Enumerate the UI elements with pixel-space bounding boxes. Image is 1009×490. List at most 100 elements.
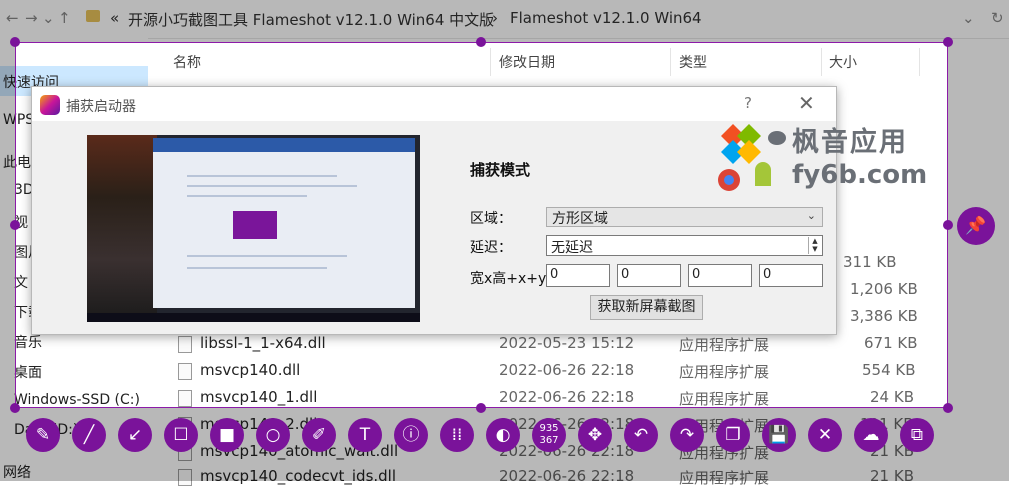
delay-value: 无延迟 [551,240,593,256]
preview-purple-dialog [233,211,277,239]
file-name: msvcp140.dll [200,361,301,379]
upload-tool-button[interactable]: ☁ [854,418,888,452]
width-input[interactable]: 0 [546,264,610,287]
column-header-name[interactable]: 名称 [173,52,201,72]
circle-count-icon: ⓘ [402,425,420,445]
y-value: 0 [763,267,772,282]
file-size: 1,206 KB [850,280,918,298]
circle-tool-button[interactable]: ○ [256,418,290,452]
flameshot-logo-icon [40,95,60,115]
preview-window-titlebar [153,138,415,152]
preview-text-line [187,185,357,187]
resize-handle[interactable] [943,403,953,413]
height-value: 0 [621,267,630,282]
delay-label: 延迟： [470,240,512,256]
selection-size-indicator[interactable]: 935 367 [532,418,566,452]
line-icon: ╱ [83,425,95,445]
close-button[interactable]: ✕ [798,91,815,115]
text-icon: T [359,425,371,445]
open-app-tool-button[interactable]: ⧉ [900,418,934,452]
spin-up-icon[interactable]: ▲ [809,237,821,245]
column-divider[interactable] [490,48,491,76]
watermark-title: 枫音应用 [792,127,908,158]
sidebar-item-drive-c[interactable]: Windows-SSD (C:) [14,392,140,408]
pencil-icon: ✎ [35,425,51,445]
delay-spinbox[interactable]: 无延迟 ▲ ▼ [546,235,823,256]
filled-rectangle-icon: ■ [218,425,236,445]
file-name: msvcp140_1.dll [200,388,318,406]
text-tool-button[interactable]: T [348,418,382,452]
resize-handle[interactable] [10,403,20,413]
area-select[interactable]: 方形区域 ⌄ [546,207,823,227]
rectangle-tool-button[interactable]: ☐ [164,418,198,452]
spin-buttons[interactable]: ▲ ▼ [808,237,821,254]
resize-handle[interactable] [476,37,486,47]
height-input[interactable]: 0 [617,264,681,287]
move-icon: ✥ [587,425,603,445]
column-header-size[interactable]: 大小 [829,52,857,72]
geometry-label: 宽x高+x+y [470,271,547,287]
invert-tool-button[interactable]: ◐ [486,418,520,452]
circle-count-tool-button[interactable]: ⓘ [394,418,428,452]
undo-tool-button[interactable]: ↶ [624,418,658,452]
dll-file-icon [178,363,192,380]
resize-handle[interactable] [943,37,953,47]
selection-height: 367 [539,435,559,446]
copy-icon: ❐ [725,425,741,445]
capture-dim-overlay [0,0,1009,42]
redo-tool-button[interactable]: ↷ [670,418,704,452]
screenshot-preview [87,135,420,322]
x-input[interactable]: 0 [688,264,752,287]
file-type: 应用程序扩展 [679,390,770,408]
table-row[interactable]: msvcp140.dll 2022-06-26 22:18 应用程序扩展 554… [148,358,948,384]
x-value: 0 [692,267,701,282]
width-value: 0 [550,267,559,282]
rectangle-icon: ☐ [173,425,189,445]
pencil-tool-button[interactable]: ✎ [26,418,60,452]
exit-tool-button[interactable]: ✕ [808,418,842,452]
column-header-modified[interactable]: 修改日期 [499,52,555,72]
column-divider[interactable] [670,48,671,76]
resize-handle[interactable] [476,403,486,413]
move-tool-button[interactable]: ✥ [578,418,612,452]
take-new-screenshot-button[interactable]: 获取新屏幕截图 [590,295,703,320]
y-input[interactable]: 0 [759,264,823,287]
file-size: 3,386 KB [850,307,918,325]
sidebar-item-desktop[interactable]: 桌面 [14,362,42,382]
preview-text-line [187,195,307,197]
pixelate-tool-button[interactable]: ⁞⁞ [440,418,474,452]
save-tool-button[interactable]: 💾 [762,418,796,452]
resize-handle[interactable] [10,37,20,47]
redo-icon: ↷ [679,425,695,445]
file-type: 应用程序扩展 [679,363,770,381]
preview-text-line [187,267,327,269]
spin-down-icon[interactable]: ▼ [809,245,821,253]
file-modified: 2022-05-23 15:12 [499,334,635,352]
selection-width: 935 [539,423,559,434]
save-icon: 💾 [768,425,790,445]
column-header-type[interactable]: 类型 [679,52,707,72]
file-modified: 2022-06-26 22:18 [499,388,635,406]
copy-tool-button[interactable]: ❐ [716,418,750,452]
marker-icon: ✐ [311,425,327,445]
pin-icon: 📌 [965,216,987,236]
watermark: 枫音应用 fy6b.com [715,120,927,200]
line-tool-button[interactable]: ╱ [72,418,106,452]
resize-handle[interactable] [943,220,953,230]
arrow-icon: ↙ [127,425,143,445]
filled-rectangle-tool-button[interactable]: ■ [210,418,244,452]
sidebar-item-music[interactable]: 音乐 [14,332,42,352]
sidebar-item-documents[interactable]: 文 [14,272,28,292]
file-size: 311 KB [843,253,897,271]
column-divider[interactable] [919,48,920,76]
file-type: 应用程序扩展 [679,336,770,354]
capture-mode-heading: 捕获模式 [470,161,531,179]
column-divider[interactable] [821,48,822,76]
invert-icon: ◐ [495,425,511,445]
pin-button[interactable]: 📌 [957,207,995,245]
help-button[interactable]: ? [744,94,752,112]
marker-tool-button[interactable]: ✐ [302,418,336,452]
arrow-tool-button[interactable]: ↙ [118,418,152,452]
resize-handle[interactable] [10,220,20,230]
preview-text-line [187,255,347,257]
